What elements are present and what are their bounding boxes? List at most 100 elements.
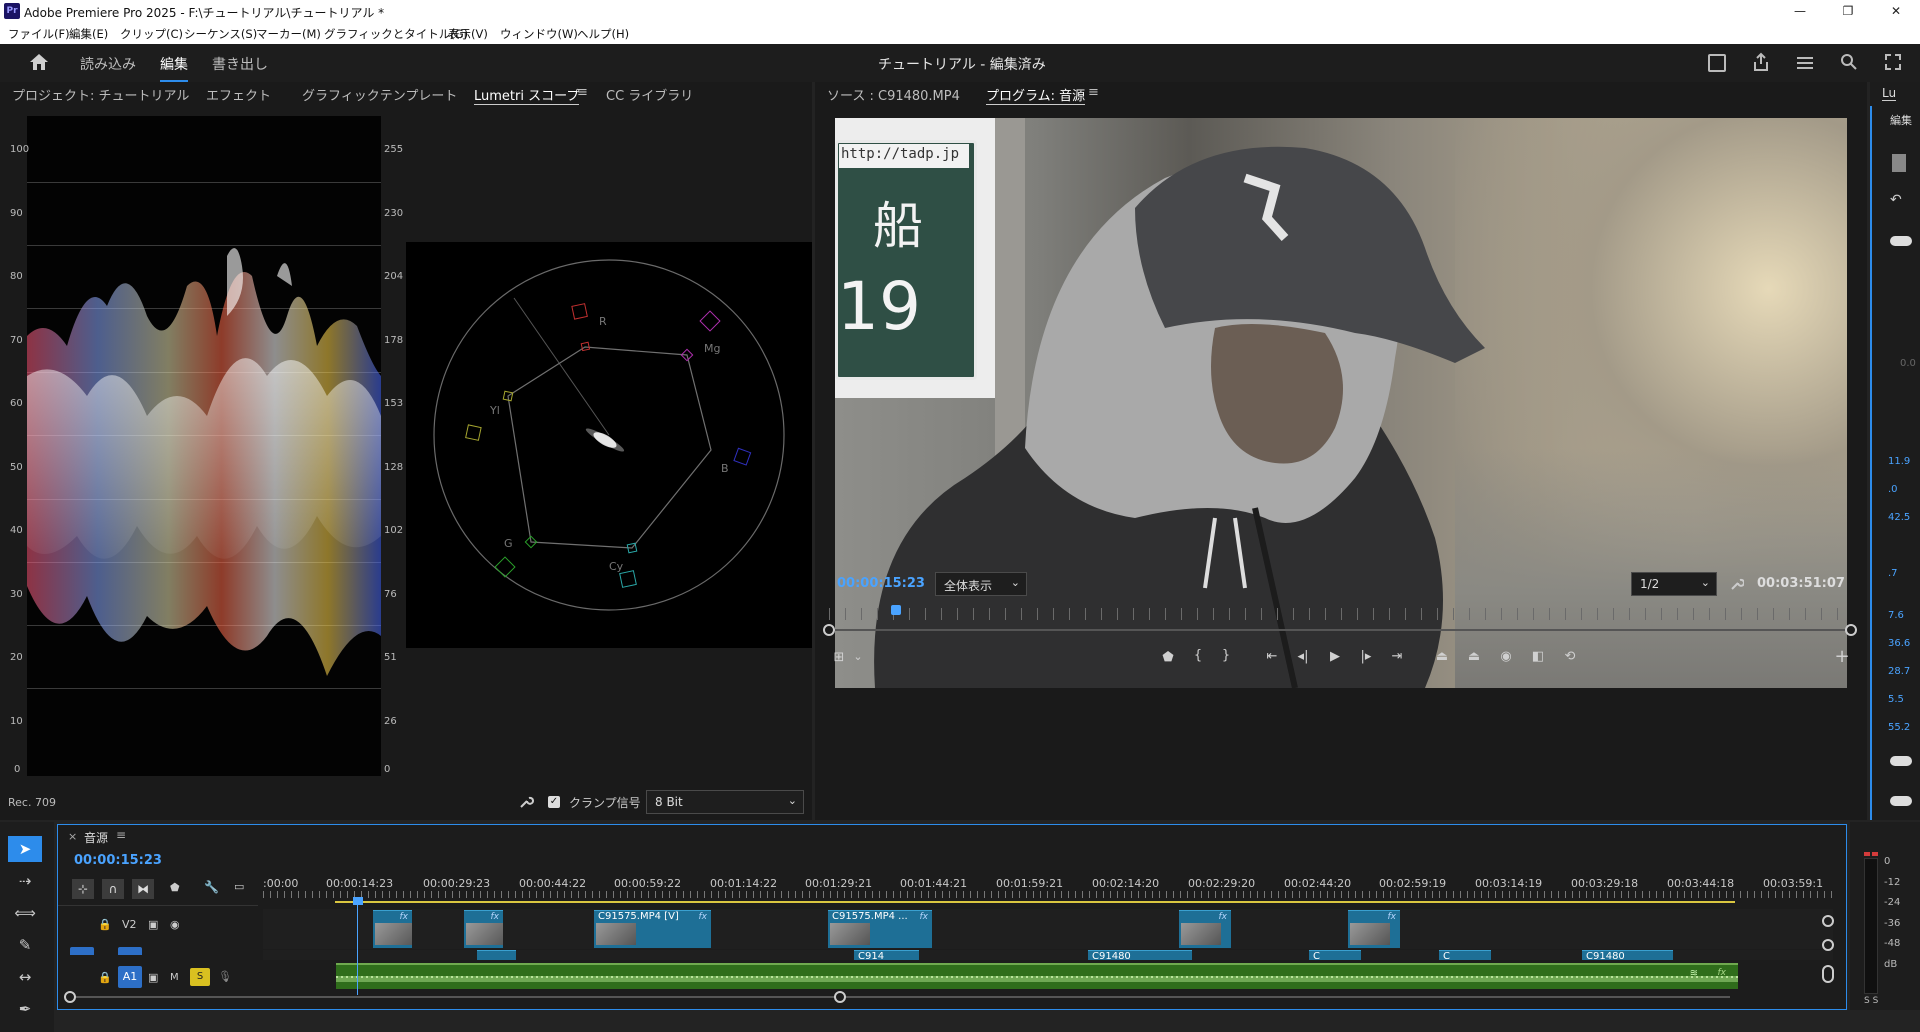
fullscreen-icon[interactable]: [1884, 53, 1902, 71]
go-to-in-icon[interactable]: ⇤: [1262, 649, 1282, 664]
v2-clip[interactable]: C91575.MP4 ... fx: [828, 910, 932, 948]
section-toggle-1[interactable]: [1890, 236, 1912, 246]
v-zoom-handle-mid[interactable]: [1822, 939, 1834, 951]
menu-view[interactable]: 表示(V): [448, 26, 488, 42]
v2-sync-icon[interactable]: ▣: [148, 918, 158, 931]
v2-clip[interactable]: C91575.MP4 [V] fx: [594, 910, 711, 948]
color-space-label[interactable]: Rec. 709: [8, 796, 56, 809]
bit-depth-dropdown[interactable]: 8 Bit ⌄: [646, 790, 804, 814]
timeline-settings-wrench-icon[interactable]: 🔧: [204, 880, 219, 894]
close-sequence-icon[interactable]: ×: [68, 830, 77, 843]
add-marker-icon[interactable]: ⬟: [1159, 650, 1177, 665]
minimize-button[interactable]: —: [1780, 2, 1820, 20]
v2-eye-icon[interactable]: ◉: [170, 918, 180, 931]
zoom-scrollbar-track[interactable]: [829, 629, 1851, 631]
v1-source-patch[interactable]: [70, 947, 94, 955]
menu-help[interactable]: ヘルプ(H): [577, 26, 629, 42]
tab-menu-icon[interactable]: ≡: [577, 85, 588, 100]
section-toggle-3[interactable]: [1890, 796, 1912, 806]
button-editor-plus-icon[interactable]: +: [1831, 646, 1853, 667]
extract-icon[interactable]: ⏏: [1463, 649, 1485, 664]
value-6[interactable]: 36.6: [1888, 638, 1910, 649]
value-7[interactable]: 28.7: [1888, 666, 1910, 677]
v1-clip[interactable]: [477, 950, 516, 960]
menu-window[interactable]: ウィンドウ(W): [500, 26, 578, 42]
track-select-tool-icon[interactable]: ⇢: [8, 868, 42, 894]
linked-selection-icon[interactable]: ⧓: [132, 879, 154, 899]
zoom-dropdown[interactable]: 全体表示 ⌄: [935, 572, 1027, 596]
value-5[interactable]: 7.6: [1888, 610, 1904, 621]
search-icon[interactable]: [1840, 53, 1858, 71]
menu-sequence[interactable]: シーケンス(S): [184, 26, 257, 42]
v1-clip[interactable]: C91480: [1582, 950, 1673, 960]
razor-tool-icon[interactable]: ✎: [8, 932, 42, 958]
a1-lock-icon[interactable]: 🔒: [98, 971, 112, 984]
export-frame-camera-icon[interactable]: ◉: [1495, 649, 1517, 664]
settings-wrench-icon[interactable]: [1730, 576, 1745, 590]
v1-clip[interactable]: C91480: [1088, 950, 1192, 960]
timeline-timecode[interactable]: 00:00:15:23: [74, 853, 162, 868]
menu-clip[interactable]: クリップ(C): [120, 26, 183, 42]
value-2[interactable]: .0: [1888, 484, 1898, 495]
reset-icon[interactable]: ↶: [1890, 192, 1902, 208]
step-forward-icon[interactable]: |▸: [1356, 649, 1376, 664]
lumetri-color-tab[interactable]: Lu: [1882, 86, 1897, 101]
v1-track[interactable]: C914 C91480 C C C91480: [263, 950, 1833, 960]
v1-target-patch[interactable]: [118, 947, 142, 955]
value-1[interactable]: 11.9: [1888, 456, 1910, 467]
v-zoom-handle-top[interactable]: [1822, 915, 1834, 927]
program-menu-icon[interactable]: ≡: [1088, 85, 1099, 100]
tab-graphics-templates[interactable]: グラフィックテンプレート: [302, 85, 457, 104]
v1-clip[interactable]: C: [1309, 950, 1361, 960]
workspace-tab-edit[interactable]: 編集: [160, 54, 188, 82]
sequence-tab[interactable]: 音源: [84, 829, 108, 846]
work-area-bar[interactable]: [335, 901, 1735, 903]
a1-voiceover-mic-icon[interactable]: 🎙: [218, 970, 232, 983]
section-toggle-2[interactable]: [1890, 756, 1912, 766]
h-scroll-right-handle[interactable]: [834, 991, 846, 1003]
v2-clip[interactable]: fx: [464, 910, 503, 948]
lumetri-edit-tab[interactable]: 編集: [1890, 112, 1912, 128]
mark-out-icon[interactable]: }: [1217, 648, 1235, 663]
lift-icon[interactable]: ⏏: [1431, 649, 1453, 664]
captions-icon[interactable]: ▭: [234, 880, 244, 893]
tab-effects[interactable]: エフェクト: [206, 85, 271, 104]
mark-in-icon[interactable]: {: [1189, 648, 1207, 663]
program-timecode[interactable]: 00:00:15:23: [837, 576, 925, 591]
video-frame[interactable]: http://tadp.jp 船 19: [835, 118, 1847, 688]
menu-graphics[interactable]: グラフィックとタイトル(G): [324, 26, 468, 42]
nest-toggle-icon[interactable]: ⊹: [72, 879, 94, 899]
menu-file[interactable]: ファイル(F): [8, 26, 70, 42]
go-to-out-icon[interactable]: ⇥: [1387, 649, 1407, 664]
timeline-playhead-handle[interactable]: [353, 897, 363, 905]
v2-clip[interactable]: fx: [1179, 910, 1231, 948]
ripple-edit-tool-icon[interactable]: ⟺: [8, 900, 42, 926]
menu-marker[interactable]: マーカー(M): [256, 26, 321, 42]
resolution-dropdown[interactable]: 1/2 ⌄: [1631, 572, 1717, 596]
slip-tool-icon[interactable]: ↔: [8, 964, 42, 990]
workspace-tab-export[interactable]: 書き出し: [212, 54, 268, 74]
v-zoom-handle-bottom[interactable]: [1822, 965, 1834, 983]
play-icon[interactable]: ▶: [1325, 649, 1345, 664]
monitor-playhead[interactable]: [891, 605, 901, 615]
zoom-scrollbar-left-handle[interactable]: [823, 624, 835, 636]
a1-sync-icon[interactable]: ▣: [148, 971, 158, 984]
tab-program[interactable]: プログラム: 音源: [986, 85, 1086, 105]
a1-mute-button[interactable]: M: [170, 972, 179, 983]
tab-lumetri-scopes[interactable]: Lumetri スコープ: [474, 85, 580, 105]
comparison-view-icon[interactable]: ◧: [1527, 649, 1549, 664]
a1-solo-button[interactable]: S: [190, 968, 210, 986]
timeline-ruler[interactable]: :00:00 00:00:14:23 00:00:29:23 00:00:44:…: [263, 877, 1833, 899]
home-icon[interactable]: [28, 52, 50, 72]
workspaces-menu-icon[interactable]: [1796, 55, 1814, 69]
v2-track[interactable]: fx fx C91575.MP4 [V] fx C91575.MP4 ... fx fx fx: [263, 909, 1833, 949]
v1-clip[interactable]: C: [1439, 950, 1491, 960]
a1-audio-clip[interactable]: ≋ fx: [336, 963, 1738, 989]
quick-export-icon[interactable]: [1708, 54, 1726, 72]
close-button[interactable]: ✕: [1876, 2, 1916, 20]
value-4[interactable]: .7: [1888, 568, 1898, 579]
v1-clip[interactable]: C914: [854, 950, 919, 960]
tab-project[interactable]: プロジェクト: チュートリアル: [12, 85, 189, 104]
value-3[interactable]: 42.5: [1888, 512, 1910, 523]
lumetri-curve-icon[interactable]: [1892, 154, 1906, 172]
